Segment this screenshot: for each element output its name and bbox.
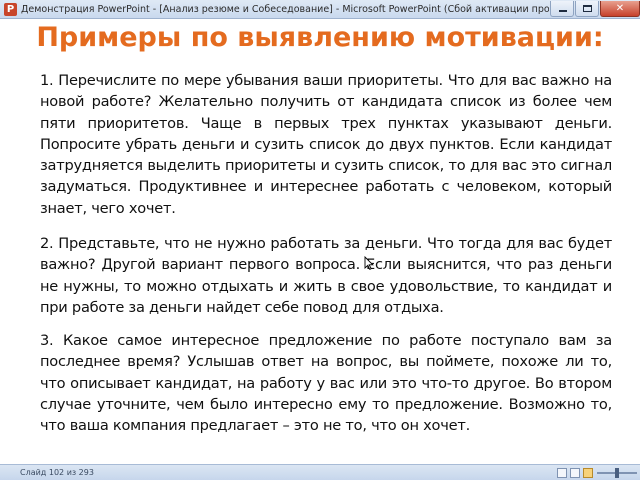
view-controls xyxy=(554,467,637,478)
minimize-icon xyxy=(559,9,567,12)
maximize-button[interactable] xyxy=(575,0,599,17)
slideshow-view-icon[interactable] xyxy=(583,467,593,478)
powerpoint-app-icon[interactable]: P xyxy=(4,2,17,16)
close-icon: ✕ xyxy=(615,2,625,14)
slide-paragraph-1: 1. Перечислите по мере убывания ваши при… xyxy=(40,72,612,217)
slide-canvas: Примеры по выявлению мотивации: 1. Переч… xyxy=(0,20,640,464)
close-button[interactable]: ✕ xyxy=(600,0,640,17)
maximize-icon xyxy=(583,4,592,12)
slide-counter: Слайд 102 из 293 xyxy=(20,467,94,477)
slide-title: Примеры по выявлению мотивации: xyxy=(36,22,604,53)
status-bar: Слайд 102 из 293 xyxy=(0,464,640,480)
slide-paragraph-2: 2. Представьте, что не нужно работать за… xyxy=(40,235,612,316)
window-title: Демонстрация PowerPoint - [Анализ резюме… xyxy=(21,3,549,15)
window-controls: ✕ xyxy=(549,0,640,18)
normal-view-icon[interactable] xyxy=(557,467,567,478)
slide-sorter-view-icon[interactable] xyxy=(570,467,580,478)
zoom-slider[interactable] xyxy=(597,467,637,478)
slide-paragraph-3: 3. Какое самое интересное предложение по… xyxy=(40,332,612,435)
mouse-pointer-icon xyxy=(364,256,374,270)
minimize-button[interactable] xyxy=(550,0,574,17)
zoom-slider-thumb[interactable] xyxy=(615,467,619,478)
window-titlebar: P Демонстрация PowerPoint - [Анализ резю… xyxy=(0,0,640,19)
